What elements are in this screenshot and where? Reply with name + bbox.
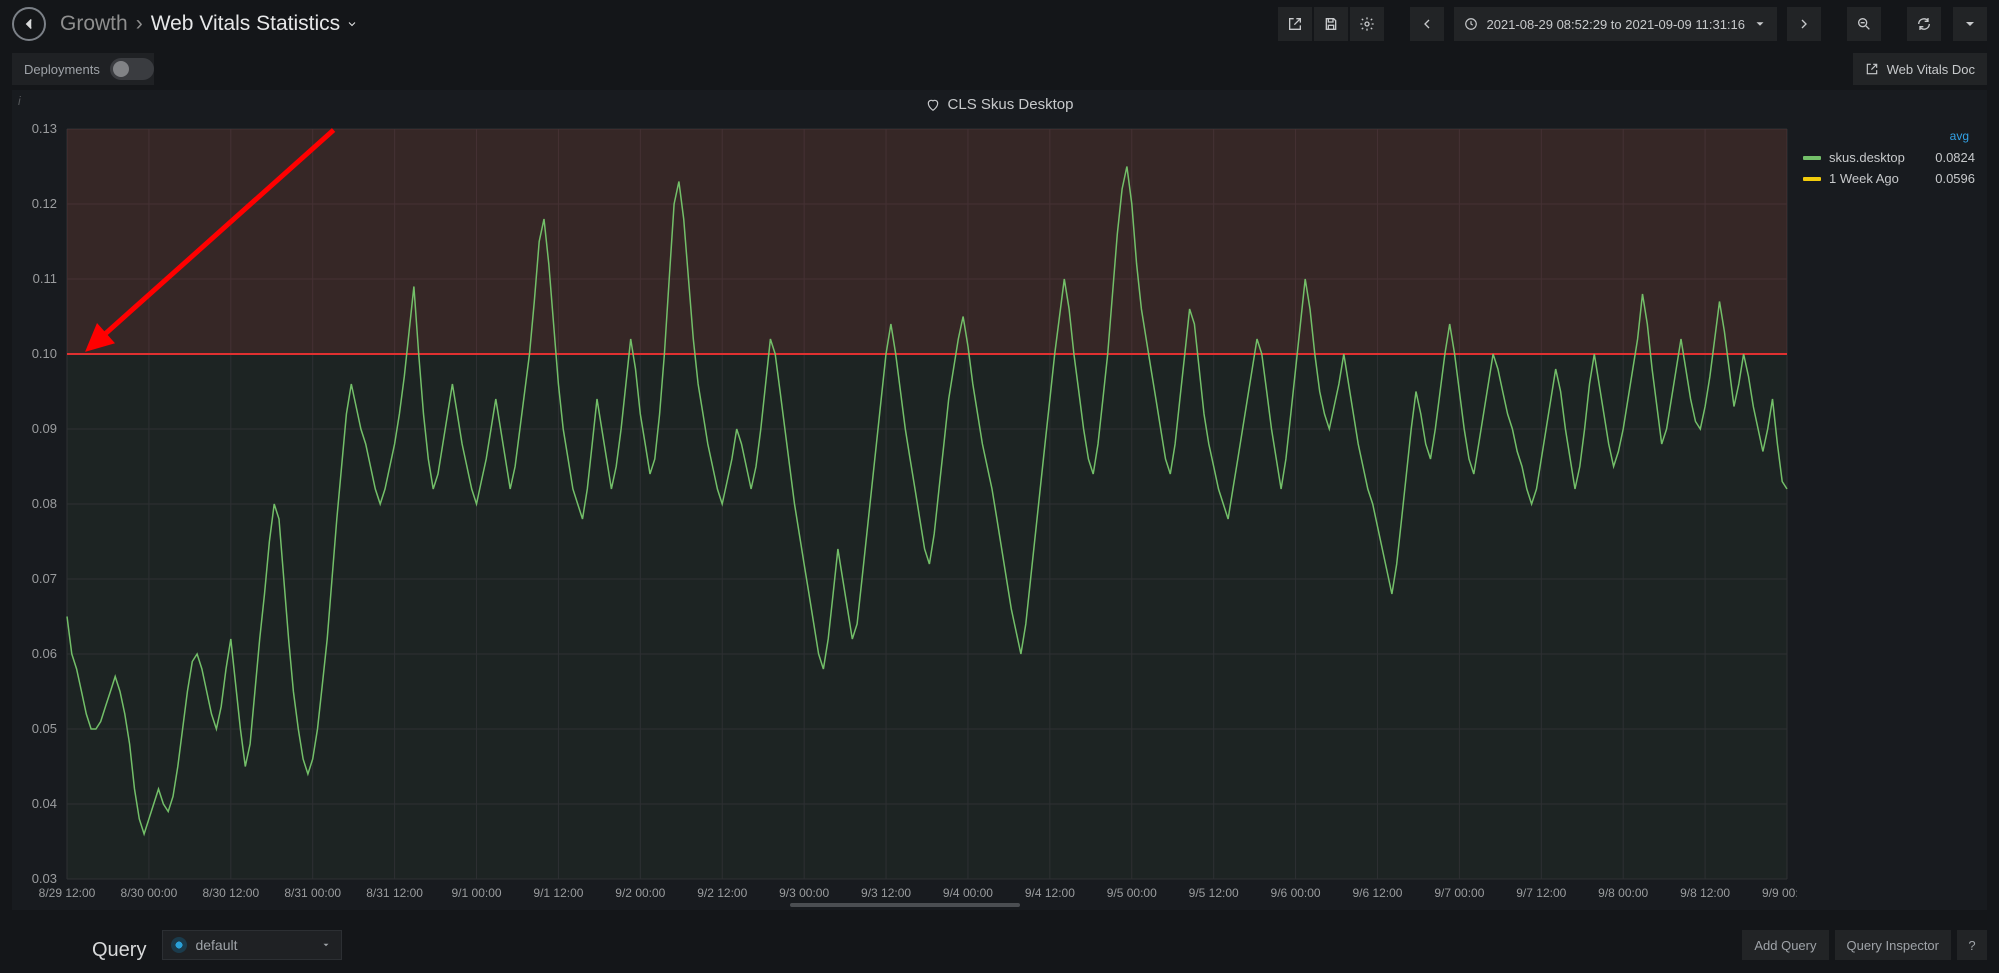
svg-text:0.12: 0.12 — [32, 196, 57, 211]
tab-query[interactable]: Query — [92, 929, 146, 962]
refresh-icon — [1916, 16, 1932, 32]
gear-icon — [1359, 16, 1375, 32]
legend-value: 0.0596 — [1915, 171, 1975, 186]
share-icon — [1287, 16, 1303, 32]
svg-text:0.07: 0.07 — [32, 571, 57, 586]
refresh-button[interactable] — [1907, 7, 1941, 41]
svg-text:0.08: 0.08 — [32, 496, 57, 511]
svg-text:8/30 12:00: 8/30 12:00 — [202, 886, 259, 900]
time-range-picker[interactable]: 2021-08-29 08:52:29 to 2021-09-09 11:31:… — [1454, 7, 1777, 41]
external-link-icon — [1865, 62, 1879, 76]
svg-text:9/5 12:00: 9/5 12:00 — [1189, 886, 1239, 900]
svg-text:9/1 12:00: 9/1 12:00 — [533, 886, 583, 900]
svg-text:8/31 00:00: 8/31 00:00 — [284, 886, 341, 900]
query-inspector-button[interactable]: Query Inspector — [1835, 930, 1952, 960]
legend-item[interactable]: 1 Week Ago0.0596 — [1803, 168, 1975, 189]
horizontal-scrollbar[interactable] — [790, 903, 1020, 907]
panel-info-icon[interactable]: i — [18, 94, 21, 108]
query-help-button[interactable]: ? — [1957, 930, 1987, 960]
save-button[interactable] — [1314, 7, 1348, 41]
panel-title-text: CLS Skus Desktop — [948, 96, 1074, 113]
chart-svg: 0.03 0.04 0.05 0.06 0.07 0.08 0.09 0.10 0.11 0.12… — [12, 119, 1797, 909]
svg-text:9/7 12:00: 9/7 12:00 — [1516, 886, 1566, 900]
time-next-button[interactable] — [1787, 7, 1821, 41]
datasource-icon — [171, 937, 187, 953]
clock-icon — [1464, 17, 1478, 31]
topbar: Growth › Web Vitals Statistics 2021-08-2… — [0, 0, 1999, 48]
svg-text:8/31 12:00: 8/31 12:00 — [366, 886, 423, 900]
svg-text:0.11: 0.11 — [33, 271, 57, 286]
legend-item[interactable]: skus.desktop0.0824 — [1803, 147, 1975, 168]
svg-text:0.03: 0.03 — [32, 871, 57, 886]
chevron-right-icon — [1796, 16, 1812, 32]
deployments-toggle[interactable] — [110, 58, 154, 80]
svg-text:9/3 00:00: 9/3 00:00 — [779, 886, 829, 900]
svg-text:8/29 12:00: 8/29 12:00 — [39, 886, 96, 900]
caret-down-icon — [321, 940, 331, 950]
svg-text:0.06: 0.06 — [32, 646, 57, 661]
svg-text:9/8 12:00: 9/8 12:00 — [1680, 886, 1730, 900]
svg-text:0.09: 0.09 — [32, 421, 57, 436]
svg-text:9/1 00:00: 9/1 00:00 — [452, 886, 502, 900]
caret-down-icon — [1753, 17, 1767, 31]
panel-cls-skus-desktop: i CLS Skus Desktop 0.030.040.050.060.070… — [12, 90, 1987, 910]
template-var-deployments: Deployments — [12, 53, 154, 85]
caret-down-icon — [1962, 16, 1978, 32]
refresh-interval-button[interactable] — [1953, 7, 1987, 41]
time-range-text: 2021-08-29 08:52:29 to 2021-09-09 11:31:… — [1486, 17, 1745, 32]
legend-header[interactable]: avg — [1803, 129, 1975, 147]
svg-text:9/4 12:00: 9/4 12:00 — [1025, 886, 1075, 900]
back-button[interactable] — [12, 7, 46, 41]
legend-label: skus.desktop — [1829, 150, 1915, 165]
legend: avg skus.desktop0.08241 Week Ago0.0596 — [1797, 119, 1987, 909]
breadcrumb-separator: › — [136, 12, 143, 36]
legend-swatch — [1803, 177, 1821, 181]
svg-text:9/2 12:00: 9/2 12:00 — [697, 886, 747, 900]
chevron-down-icon — [346, 12, 358, 36]
svg-text:0.10: 0.10 — [32, 346, 57, 361]
svg-text:8/30 00:00: 8/30 00:00 — [121, 886, 178, 900]
zoom-out-icon — [1856, 16, 1872, 32]
breadcrumb-folder[interactable]: Growth — [60, 12, 128, 36]
chevron-left-icon — [1419, 16, 1435, 32]
svg-text:9/5 00:00: 9/5 00:00 — [1107, 886, 1157, 900]
datasource-select[interactable]: default — [162, 930, 342, 960]
datasource-label: default — [195, 937, 237, 953]
legend-label: 1 Week Ago — [1829, 171, 1915, 186]
svg-text:9/9 00:00: 9/9 00:00 — [1762, 886, 1797, 900]
arrow-left-icon — [20, 15, 38, 33]
web-vitals-doc-link[interactable]: Web Vitals Doc — [1853, 53, 1987, 85]
subbar: Deployments Web Vitals Doc — [0, 48, 1999, 90]
save-icon — [1323, 16, 1339, 32]
time-prev-button[interactable] — [1410, 7, 1444, 41]
page-title-text: Web Vitals Statistics — [151, 12, 340, 36]
add-query-button[interactable]: Add Query — [1742, 930, 1828, 960]
svg-text:0.05: 0.05 — [32, 721, 57, 736]
breadcrumb: Growth › Web Vitals Statistics — [60, 12, 358, 36]
svg-text:9/3 12:00: 9/3 12:00 — [861, 886, 911, 900]
svg-text:9/4 00:00: 9/4 00:00 — [943, 886, 993, 900]
panel-title[interactable]: CLS Skus Desktop — [12, 90, 1987, 119]
legend-value: 0.0824 — [1915, 150, 1975, 165]
svg-text:9/6 00:00: 9/6 00:00 — [1271, 886, 1321, 900]
doc-link-label: Web Vitals Doc — [1887, 62, 1975, 77]
legend-swatch — [1803, 156, 1821, 160]
svg-text:9/6 12:00: 9/6 12:00 — [1352, 886, 1402, 900]
chart-area[interactable]: 0.03 0.04 0.05 0.06 0.07 0.08 0.09 0.10 0.11 0.12… — [12, 119, 1797, 909]
page-title[interactable]: Web Vitals Statistics — [151, 12, 358, 36]
share-button[interactable] — [1278, 7, 1312, 41]
svg-text:9/7 00:00: 9/7 00:00 — [1434, 886, 1484, 900]
svg-text:9/8 00:00: 9/8 00:00 — [1598, 886, 1648, 900]
zoom-out-button[interactable] — [1847, 7, 1881, 41]
svg-text:0.04: 0.04 — [32, 796, 57, 811]
heart-icon — [926, 98, 940, 112]
template-var-label: Deployments — [24, 62, 100, 77]
toolbar-group-left — [1276, 7, 1384, 41]
settings-button[interactable] — [1350, 7, 1384, 41]
svg-text:0.13: 0.13 — [32, 121, 57, 136]
query-editor-row: Query default Add Query Query Inspector … — [0, 924, 1999, 966]
svg-text:9/2 00:00: 9/2 00:00 — [615, 886, 665, 900]
